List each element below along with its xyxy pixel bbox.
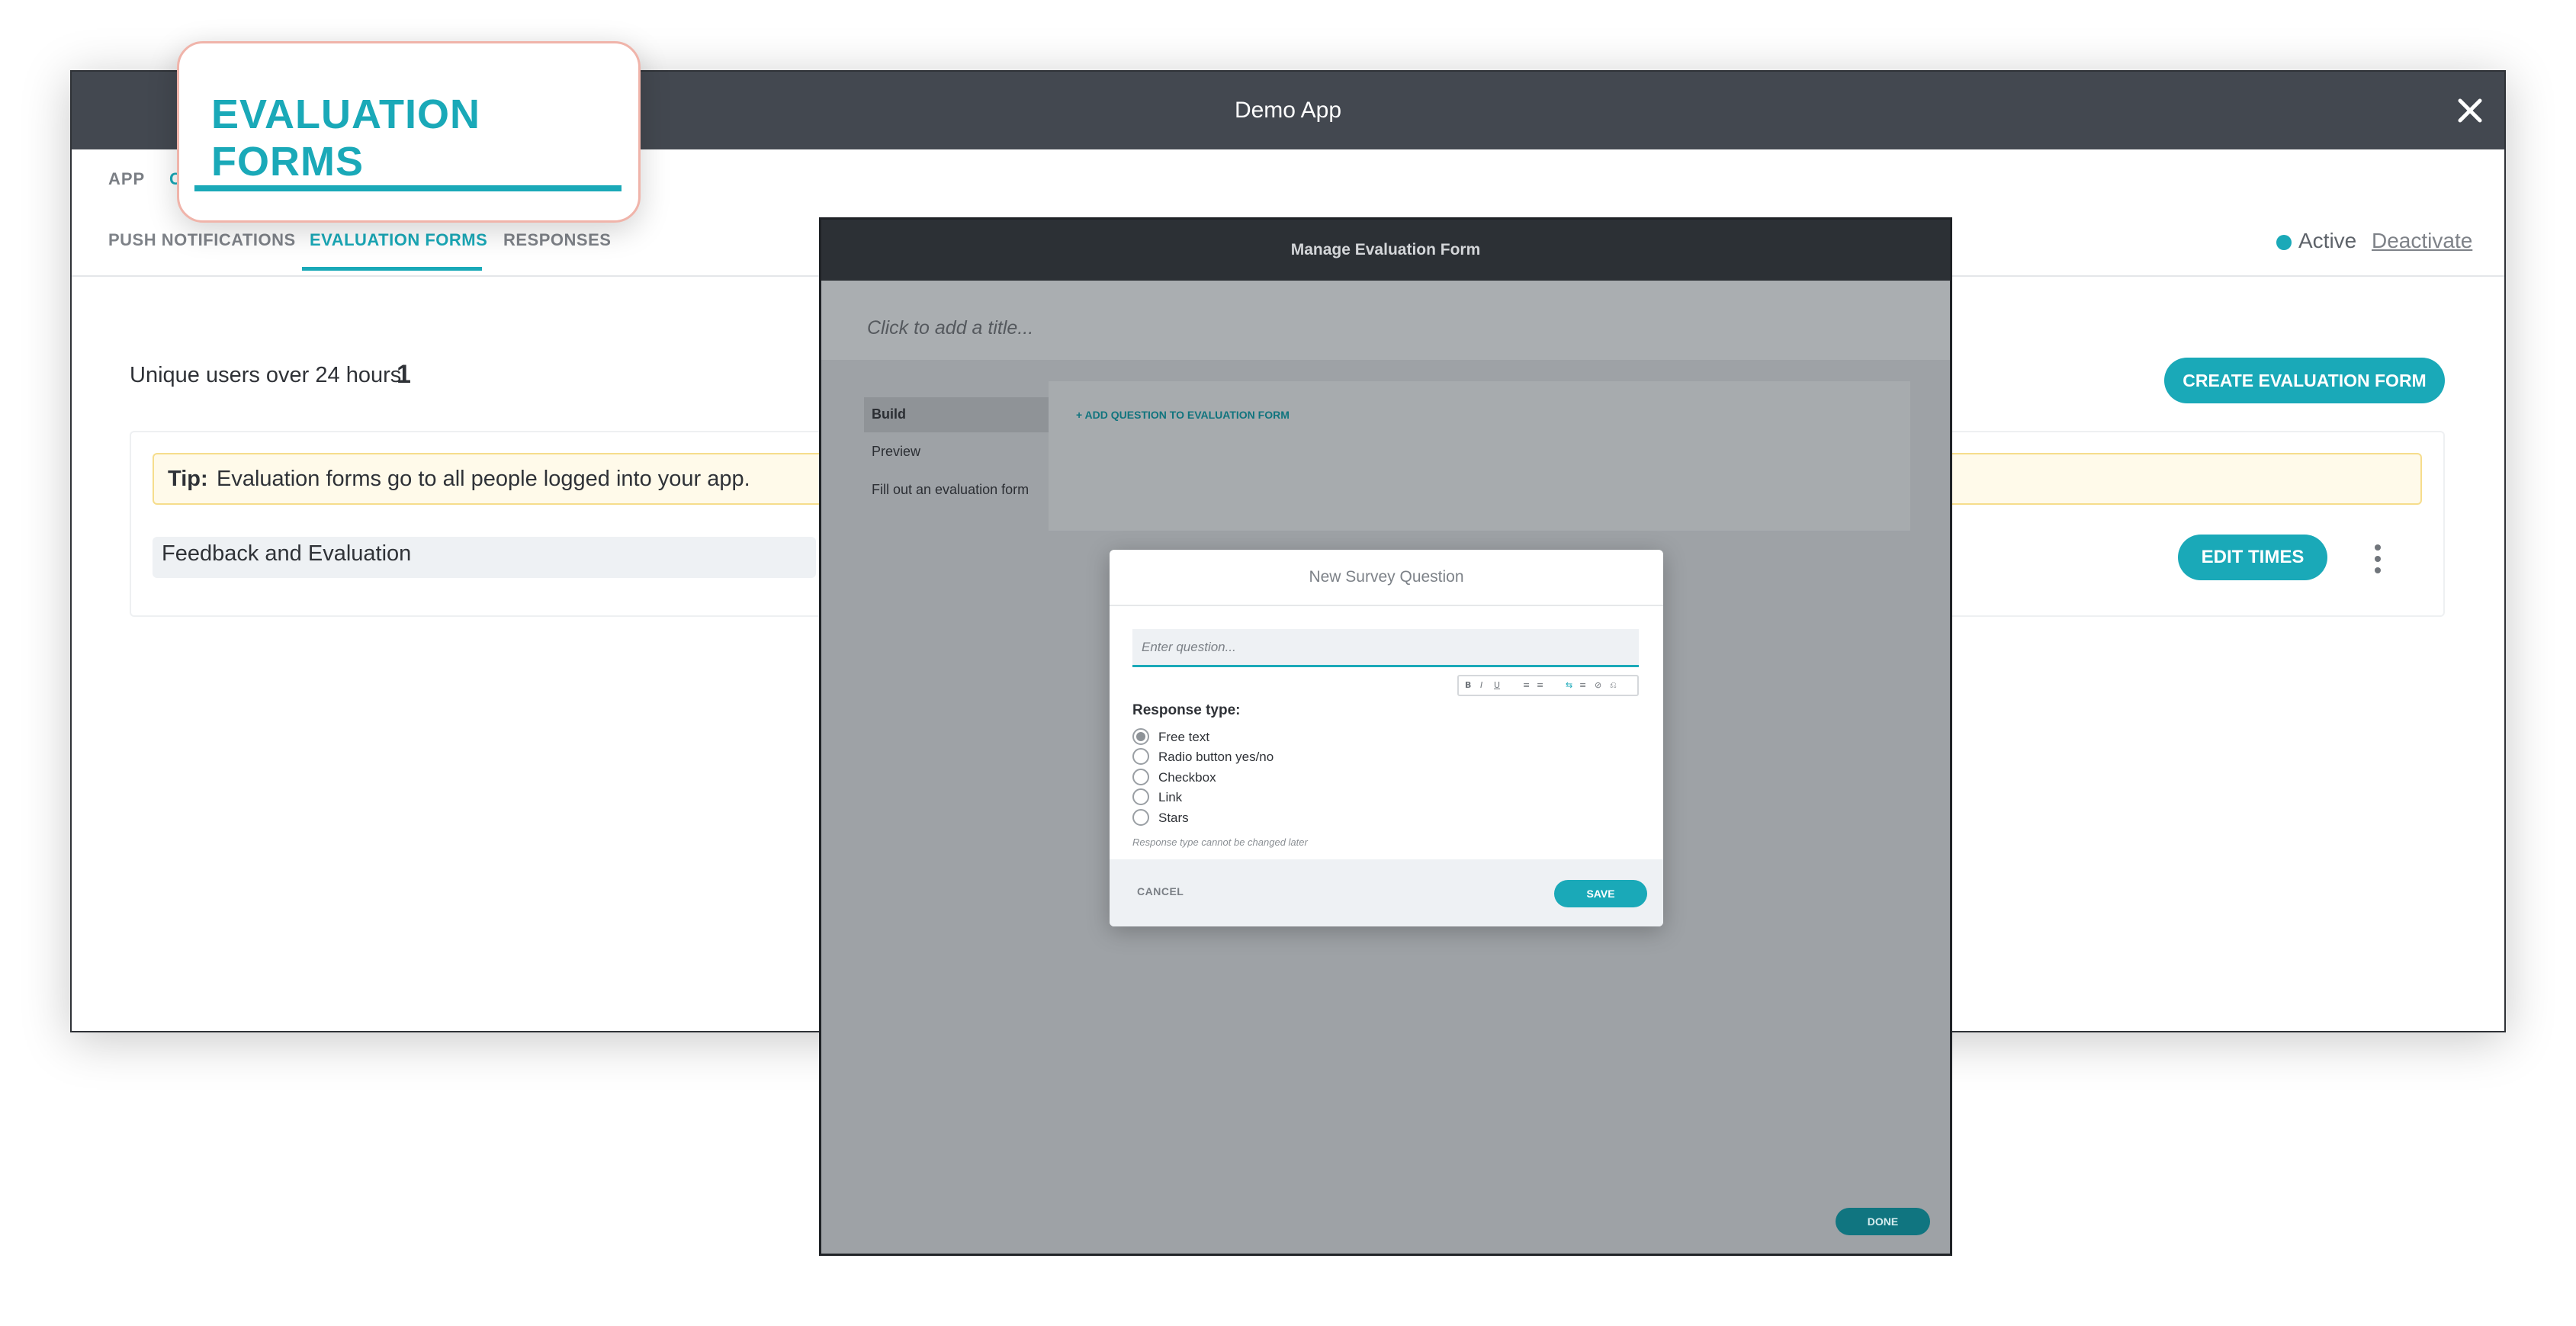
active-tab-indicator [302, 267, 482, 271]
tip-label: Tip: [168, 467, 208, 491]
done-button[interactable]: DONE [1836, 1208, 1930, 1235]
option-stars[interactable]: Stars [1158, 811, 1189, 826]
close-icon[interactable] [2451, 92, 2489, 130]
bold-icon[interactable]: B [1465, 680, 1471, 690]
option-checkbox[interactable]: Checkbox [1158, 770, 1216, 785]
tab-app[interactable]: APP [108, 169, 145, 189]
zoom-callout: EVALUATION FORMS [177, 41, 641, 223]
radio-yes-no[interactable] [1132, 748, 1149, 765]
cancel-button[interactable]: CANCEL [1137, 885, 1184, 897]
form-title-placeholder[interactable]: Click to add a title... [867, 317, 1033, 339]
tab-responses[interactable]: RESPONSES [503, 230, 611, 250]
tab-evaluation-forms[interactable]: EVALUATION FORMS [310, 230, 487, 250]
bullet-list-icon[interactable]: ≡ [1537, 680, 1543, 690]
response-type-label: Response type: [1132, 702, 1241, 718]
question-input[interactable] [1132, 629, 1639, 667]
sidebar-item-preview[interactable]: Preview [872, 444, 920, 460]
callout-underline [194, 185, 622, 191]
panel-title: Manage Evaluation Form [1290, 241, 1481, 258]
dialog-divider [1110, 605, 1663, 606]
dialog-title: New Survey Question [1309, 568, 1464, 586]
radio-link[interactable] [1132, 788, 1149, 805]
unique-users-value: 1 [397, 360, 411, 389]
unique-users-label: Unique users over 24 hours: [130, 363, 408, 387]
link-icon[interactable]: ⇆ [1566, 680, 1572, 690]
option-radio-yes-no[interactable]: Radio button yes/no [1158, 750, 1274, 765]
option-free-text[interactable]: Free text [1158, 730, 1209, 745]
radio-checkbox[interactable] [1132, 769, 1149, 785]
undo-icon[interactable]: ⎌ [1610, 680, 1617, 691]
option-link[interactable]: Link [1158, 790, 1182, 805]
radio-stars[interactable] [1132, 809, 1149, 826]
form-name: Feedback and Evaluation [162, 541, 412, 566]
response-type-hint: Response type cannot be changed later [1132, 836, 1308, 848]
tab-push-notifications[interactable]: PUSH NOTIFICATIONS [108, 230, 296, 250]
clear-format-icon[interactable]: ⊘ [1595, 680, 1601, 690]
italic-icon[interactable]: I [1480, 680, 1482, 690]
radio-free-text[interactable] [1132, 728, 1149, 745]
edit-times-button[interactable]: EDIT TIMES [2178, 535, 2327, 580]
sidebar-item-fill-out[interactable]: Fill out an evaluation form [872, 482, 1029, 498]
new-survey-question-dialog: New Survey Question B I U ≡ ≡ ⇆ ≡ ⊘ ⎌ Re… [1110, 550, 1663, 926]
status-dot-icon [2276, 235, 2292, 250]
create-evaluation-form-button[interactable]: CREATE EVALUATION FORM [2164, 358, 2445, 403]
underline-icon[interactable]: U [1494, 680, 1500, 690]
deactivate-link[interactable]: Deactivate [2372, 229, 2472, 253]
formatting-toolbar: B I U ≡ ≡ ⇆ ≡ ⊘ ⎌ [1457, 675, 1639, 696]
more-options-icon[interactable] [2373, 544, 2382, 575]
ordered-list-icon[interactable]: ≡ [1523, 680, 1530, 690]
save-button[interactable]: SAVE [1554, 880, 1647, 907]
align-icon[interactable]: ≡ [1579, 680, 1586, 690]
add-question-link[interactable]: + ADD QUESTION TO EVALUATION FORM [1076, 409, 1290, 421]
tip-text: Evaluation forms go to all people logged… [217, 467, 750, 491]
callout-label: EVALUATION FORMS [211, 92, 480, 185]
question-builder-area [1049, 381, 1910, 531]
sidebar-item-build[interactable]: Build [872, 406, 906, 422]
status-label: Active [2298, 229, 2357, 252]
